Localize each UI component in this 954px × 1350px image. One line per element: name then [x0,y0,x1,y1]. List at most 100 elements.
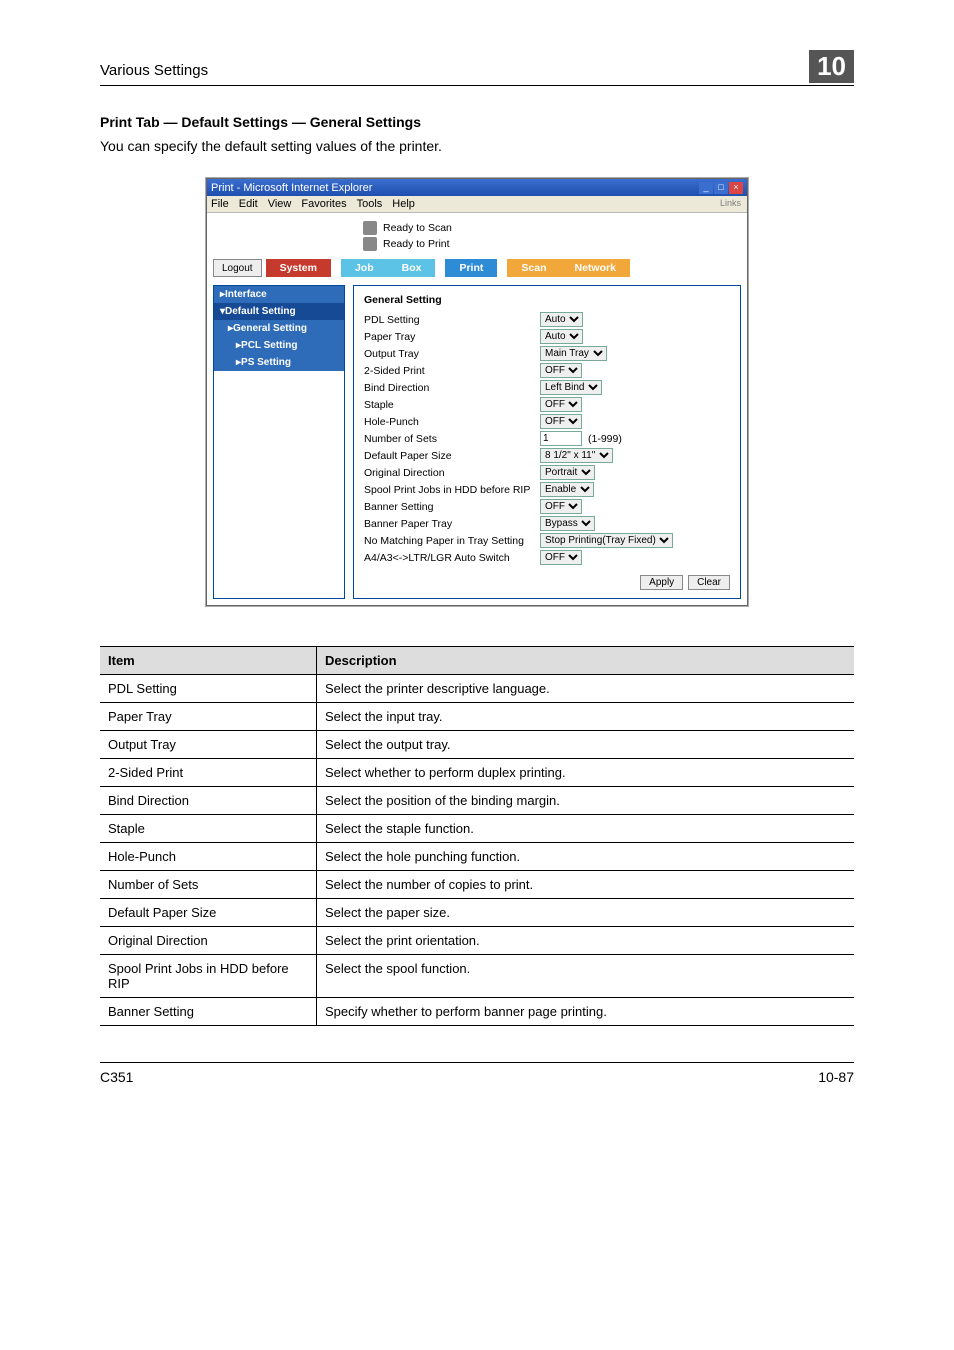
th-desc: Description [317,647,855,675]
table-row: Bind DirectionSelect the position of the… [100,787,854,815]
cell-desc: Select the staple function. [317,815,855,843]
table-row: Default Paper SizeSelect the paper size. [100,899,854,927]
cell-item: 2-Sided Print [100,759,317,787]
table-row: Hole-PunchSelect the hole punching funct… [100,843,854,871]
table-row: Banner SettingSpecify whether to perform… [100,998,854,1026]
select-duplex[interactable]: OFF [540,363,582,378]
page-body: Ready to Scan Ready to Print Logout Syst… [207,213,747,605]
maximize-icon[interactable]: □ [714,182,728,194]
tab-box[interactable]: Box [388,259,436,277]
sidebar-item-ps[interactable]: ▸PS Setting [214,354,344,371]
cell-desc: Select the position of the binding margi… [317,787,855,815]
ie-links-label[interactable]: Links [720,198,741,208]
section-intro: You can specify the default setting valu… [100,138,854,154]
tab-system[interactable]: System [266,259,331,277]
close-icon[interactable]: × [729,182,743,194]
cell-item: Hole-Punch [100,843,317,871]
minimize-icon[interactable]: _ [699,182,713,194]
select-output[interactable]: Main Tray [540,346,607,361]
cell-desc: Select the print orientation. [317,927,855,955]
menu-favorites[interactable]: Favorites [301,198,346,210]
table-row: StapleSelect the staple function. [100,815,854,843]
cell-item: PDL Setting [100,675,317,703]
logout-button[interactable]: Logout [213,259,262,277]
scanner-icon [363,221,377,235]
label-output: Output Tray [364,348,534,360]
settings-panel: General Setting PDL Setting Auto Paper Tr… [353,285,741,599]
label-bannertray: Banner Paper Tray [364,518,534,530]
menu-view[interactable]: View [268,198,292,210]
cell-desc: Select the printer descriptive language. [317,675,855,703]
select-orient[interactable]: Portrait [540,465,595,480]
cell-item: Default Paper Size [100,899,317,927]
cell-item: Bind Direction [100,787,317,815]
label-hole: Hole-Punch [364,416,534,428]
sidebar-item-pcl[interactable]: ▸PCL Setting [214,337,344,354]
main-tabbar: Logout System Job Box Print Scan Network [213,259,741,277]
apply-button[interactable]: Apply [640,575,683,590]
doc-page: Various Settings 10 Print Tab — Default … [0,0,954,1350]
th-item: Item [100,647,317,675]
running-header: Various Settings 10 [100,50,854,86]
cell-desc: Select whether to perform duplex printin… [317,759,855,787]
label-paper: Paper Tray [364,331,534,343]
cell-desc: Specify whether to perform banner page p… [317,998,855,1026]
label-pdl: PDL Setting [364,314,534,326]
cell-desc: Select the spool function. [317,955,855,998]
footer-pagenum: 10-87 [818,1069,854,1085]
sidebar: ▸Interface ▾Default Setting ▸General Set… [213,285,345,599]
label-orient: Original Direction [364,467,534,479]
table-row: PDL SettingSelect the printer descriptiv… [100,675,854,703]
select-banner[interactable]: OFF [540,499,582,514]
panel-heading: General Setting [364,294,730,306]
select-bind[interactable]: Left Bind [540,380,602,395]
label-nomatch: No Matching Paper in Tray Setting [364,535,534,547]
tab-print[interactable]: Print [445,259,497,277]
select-spool[interactable]: Enable [540,482,594,497]
table-row: 2-Sided PrintSelect whether to perform d… [100,759,854,787]
sidebar-item-default[interactable]: ▾Default Setting [214,303,344,320]
tab-scan[interactable]: Scan [507,259,560,277]
select-staple[interactable]: OFF [540,397,582,412]
label-size: Default Paper Size [364,450,534,462]
table-row: Spool Print Jobs in HDD before RIPSelect… [100,955,854,998]
select-pdl[interactable]: Auto [540,312,583,327]
tab-job[interactable]: Job [341,259,388,277]
sidebar-item-general[interactable]: ▸General Setting [214,320,344,337]
cell-desc: Select the hole punching function. [317,843,855,871]
sidebar-item-interface[interactable]: ▸Interface [214,286,344,303]
section-title: Print Tab — Default Settings — General S… [100,114,854,130]
tab-network[interactable]: Network [561,259,630,277]
select-nomatch[interactable]: Stop Printing(Tray Fixed) [540,533,673,548]
clear-button[interactable]: Clear [688,575,730,590]
cell-item: Spool Print Jobs in HDD before RIP [100,955,317,998]
table-row: Output TraySelect the output tray. [100,731,854,759]
menu-file[interactable]: File [211,198,229,210]
label-duplex: 2-Sided Print [364,365,534,377]
footer-model: C351 [100,1069,133,1085]
menu-help[interactable]: Help [392,198,415,210]
menu-tools[interactable]: Tools [357,198,383,210]
table-row: Number of SetsSelect the number of copie… [100,871,854,899]
status-print: Ready to Print [363,237,741,251]
hint-sets: (1-999) [588,433,622,445]
select-size[interactable]: 8 1/2" x 11" [540,448,613,463]
select-paper[interactable]: Auto [540,329,583,344]
printer-icon [363,237,377,251]
ie-menubar: File Edit View Favorites Tools Help Link… [207,196,747,213]
label-sets: Number of Sets [364,433,534,445]
label-bind: Bind Direction [364,382,534,394]
ie-window-title: Print - Microsoft Internet Explorer [211,182,372,194]
label-spool: Spool Print Jobs in HDD before RIP [364,484,534,496]
label-staple: Staple [364,399,534,411]
cell-item: Paper Tray [100,703,317,731]
ie-titlebar: Print - Microsoft Internet Explorer _□× [207,179,747,196]
select-bannertray[interactable]: Bypass [540,516,595,531]
window-buttons: _□× [698,181,743,194]
cell-desc: Select the number of copies to print. [317,871,855,899]
select-hole[interactable]: OFF [540,414,582,429]
select-autoswitch[interactable]: OFF [540,550,582,565]
input-sets[interactable] [540,431,582,446]
ie-window: Print - Microsoft Internet Explorer _□× … [206,178,748,606]
menu-edit[interactable]: Edit [239,198,258,210]
